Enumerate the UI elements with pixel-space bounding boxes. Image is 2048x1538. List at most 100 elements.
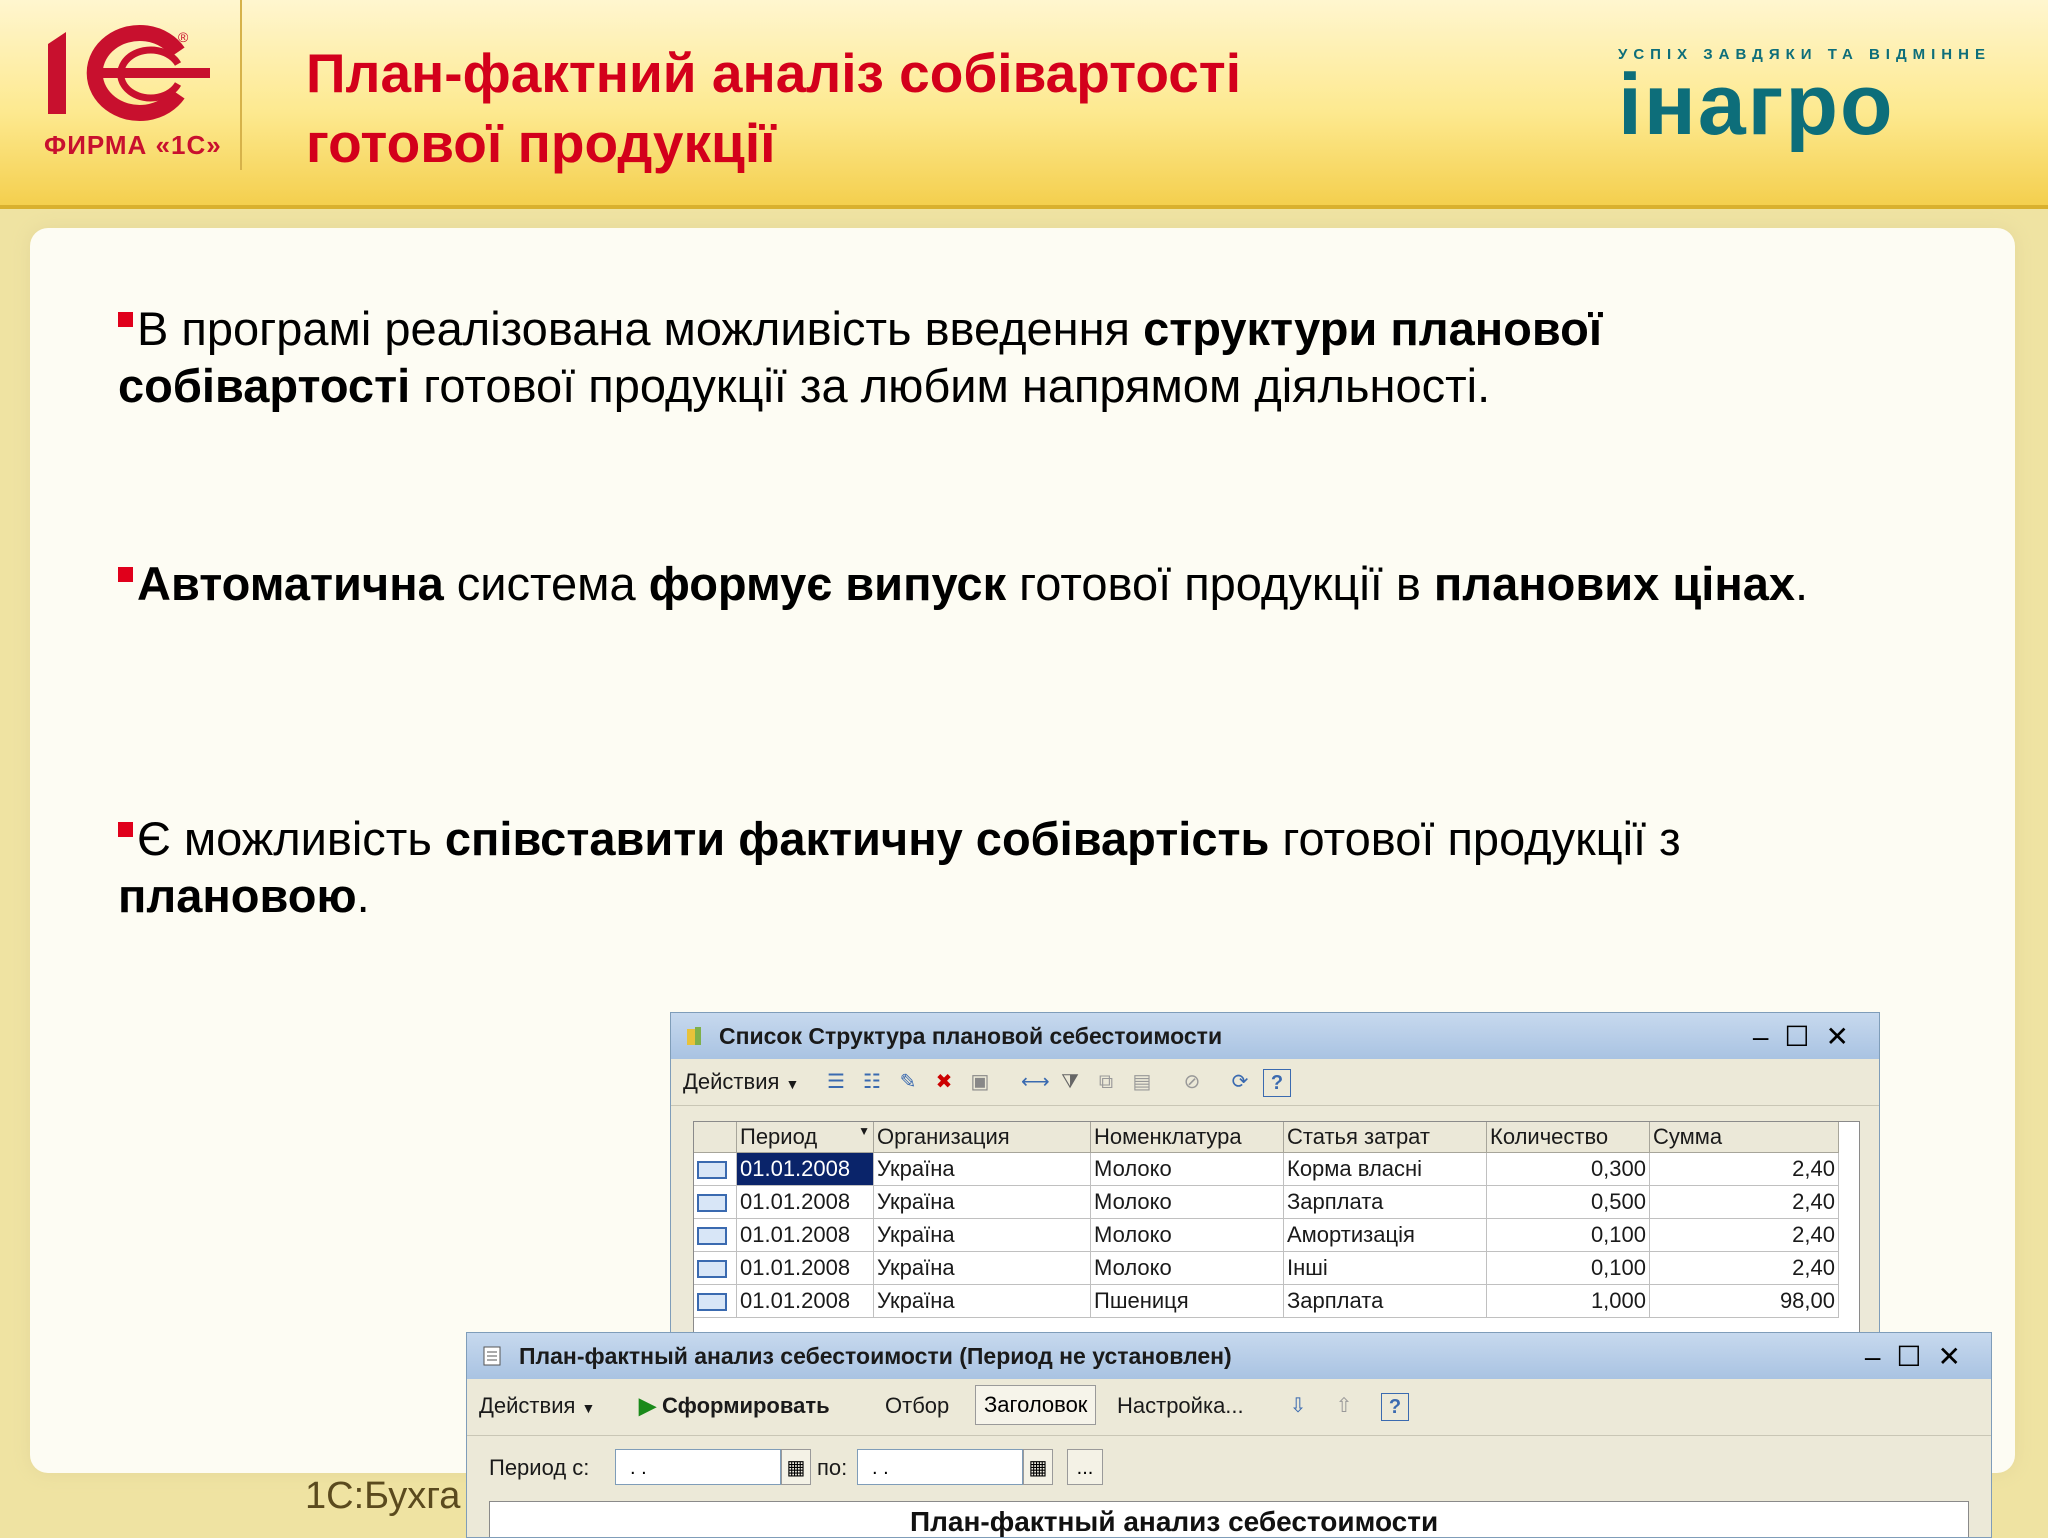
table-cell[interactable]: 1,000 xyxy=(1486,1284,1650,1318)
calendar-icon[interactable]: ▦ xyxy=(1023,1449,1053,1485)
filter-icon[interactable]: ⧩ xyxy=(1057,1069,1083,1095)
window-titlebar[interactable]: План-фактный анализ себестоимости (Перио… xyxy=(467,1333,1991,1379)
table-cell[interactable]: Україна xyxy=(873,1284,1091,1318)
column-header[interactable]: Организация xyxy=(873,1122,1091,1153)
chevron-down-icon: ▼ xyxy=(581,1400,596,1416)
table-cell[interactable]: 2,40 xyxy=(1649,1152,1839,1186)
close-icon[interactable]: ✕ xyxy=(1826,1021,1865,1052)
table-cell[interactable]: Молоко xyxy=(1090,1218,1284,1252)
maximize-icon[interactable]: ☐ xyxy=(1896,1341,1937,1372)
table-row[interactable]: 01.01.2008 Україна Молоко Інші 0,100 2,40 xyxy=(694,1251,1839,1285)
minimize-icon[interactable]: – xyxy=(1865,1341,1897,1372)
table-cell[interactable]: 98,00 xyxy=(1649,1284,1839,1318)
plan-fact-window[interactable]: План-фактный анализ себестоимости (Перио… xyxy=(466,1332,1992,1538)
period-select-button[interactable]: ... xyxy=(1067,1449,1103,1485)
column-header[interactable]: Период ▼ xyxy=(736,1122,874,1153)
table-cell[interactable]: Молоко xyxy=(1090,1185,1284,1219)
clear-filter-icon[interactable]: ⊘ xyxy=(1179,1069,1205,1095)
add-group-icon[interactable]: ☷ xyxy=(859,1069,885,1095)
table-cell[interactable]: Інші xyxy=(1283,1251,1487,1285)
filter-button[interactable]: Отбор xyxy=(885,1393,949,1419)
window-toolbar: Действия ▼ ▶ Сформировать Отбор Заголово… xyxy=(467,1379,1991,1436)
table-cell[interactable]: Зарплата xyxy=(1283,1284,1487,1318)
table-cell[interactable]: 0,100 xyxy=(1486,1218,1650,1252)
header-toggle-button[interactable]: Заголовок xyxy=(975,1385,1097,1425)
structure-icon[interactable]: ▤ xyxy=(1129,1069,1155,1095)
import-icon[interactable]: ⇧ xyxy=(1331,1393,1357,1419)
export-icon[interactable]: ⇩ xyxy=(1285,1393,1311,1419)
sort-icon: ▼ xyxy=(858,1124,870,1138)
bullet-3-text: Є можливість співставити фактичну собіва… xyxy=(118,812,1681,922)
table-cell[interactable]: 0,100 xyxy=(1486,1251,1650,1285)
settings-button[interactable]: Настройка... xyxy=(1117,1393,1244,1419)
table-cell[interactable]: 2,40 xyxy=(1649,1218,1839,1252)
table-row[interactable]: 01.01.2008 Україна Молоко Зарплата 0,500 2,40 xyxy=(694,1185,1839,1219)
table-cell[interactable]: Україна xyxy=(873,1218,1091,1252)
post-icon[interactable]: ▣ xyxy=(967,1069,993,1095)
table-cell[interactable]: 01.01.2008 xyxy=(736,1251,874,1285)
table-cell[interactable]: Амортизація xyxy=(1283,1218,1487,1252)
actions-menu[interactable]: Действия ▼ xyxy=(479,1393,595,1419)
close-icon[interactable]: ✕ xyxy=(1938,1341,1977,1372)
copy-icon[interactable]: ⧉ xyxy=(1093,1069,1119,1095)
page-title: План-фактний аналіз собівартості готової… xyxy=(306,38,1406,178)
window-titlebar[interactable]: Список Структура плановой себестоимости … xyxy=(671,1013,1879,1059)
actions-menu[interactable]: Действия ▼ xyxy=(683,1069,799,1095)
report-area[interactable]: План-фактный анализ себестоимости xyxy=(489,1501,1969,1537)
logo-1c-subtitle: ФИРМА «1С» xyxy=(44,130,222,160)
edit-icon[interactable]: ✎ xyxy=(895,1069,921,1095)
record-icon xyxy=(697,1194,727,1213)
minimize-icon[interactable]: – xyxy=(1753,1021,1785,1052)
table-cell[interactable]: Молоко xyxy=(1090,1152,1284,1186)
column-header[interactable]: Сумма xyxy=(1649,1122,1839,1153)
table-cell[interactable]: Україна xyxy=(873,1251,1091,1285)
folder-icon xyxy=(687,1027,701,1045)
refresh-icon[interactable]: ⟳ xyxy=(1227,1069,1253,1095)
record-icon xyxy=(697,1161,727,1180)
window-controls: –☐✕ xyxy=(1865,1340,1977,1373)
table-cell[interactable]: Україна xyxy=(873,1185,1091,1219)
table-cell[interactable]: 2,40 xyxy=(1649,1185,1839,1219)
table-cell[interactable]: 01.01.2008 xyxy=(736,1152,874,1186)
table-row[interactable]: 01.01.2008 Україна Молоко Амортизація 0,100 2… xyxy=(694,1218,1839,1252)
bullet-2: Автоматична система формує випуск готово… xyxy=(118,555,1818,612)
table-cell[interactable]: Пшениця xyxy=(1090,1284,1284,1318)
row-icon-cell xyxy=(694,1152,737,1186)
text: готової продукції в xyxy=(1006,557,1434,610)
row-icon-cell xyxy=(694,1251,737,1285)
interval-icon[interactable]: ⟷ xyxy=(1021,1069,1050,1095)
inagro-wordmark: інагро xyxy=(1618,64,1893,153)
bullet-marker xyxy=(118,567,133,582)
logo-inagro: УСПІХ ЗАВДЯКИ ТА ВІДМІННЕ інагро xyxy=(1618,46,2028,156)
bullet-1: В програмі реалізована можливість введен… xyxy=(118,300,1818,414)
table-row[interactable]: 01.01.2008 Україна Молоко Корма власні 0,300… xyxy=(694,1152,1839,1186)
table-cell[interactable]: 01.01.2008 xyxy=(736,1185,874,1219)
table-cell[interactable]: 0,300 xyxy=(1486,1152,1650,1186)
table-cell[interactable]: Молоко xyxy=(1090,1251,1284,1285)
row-icon-cell xyxy=(694,1218,737,1252)
text: готової продукції з xyxy=(1269,812,1681,865)
table-cell[interactable]: 0,500 xyxy=(1486,1185,1650,1219)
generate-button[interactable]: ▶ Сформировать xyxy=(639,1393,830,1419)
table-cell[interactable]: 01.01.2008 xyxy=(736,1284,874,1318)
column-header[interactable]: Количество xyxy=(1486,1122,1650,1153)
calendar-icon[interactable]: ▦ xyxy=(781,1449,811,1485)
bullet-3: Є можливість співставити фактичну собіва… xyxy=(118,810,1818,924)
help-icon[interactable]: ? xyxy=(1263,1069,1291,1097)
table-cell[interactable]: 01.01.2008 xyxy=(736,1218,874,1252)
add-icon[interactable]: ☰ xyxy=(823,1069,849,1095)
period-from-field[interactable]: . . xyxy=(615,1449,781,1485)
column-header[interactable]: Статья затрат xyxy=(1283,1122,1487,1153)
table-row[interactable]: 01.01.2008 Україна Пшениця Зарплата 1,000 98,… xyxy=(694,1284,1839,1318)
table-cell[interactable]: Зарплата xyxy=(1283,1185,1487,1219)
text: . xyxy=(356,869,370,922)
table-cell[interactable]: 2,40 xyxy=(1649,1251,1839,1285)
table-cell[interactable]: Україна xyxy=(873,1152,1091,1186)
help-icon[interactable]: ? xyxy=(1381,1393,1409,1421)
table-cell[interactable]: Корма власні xyxy=(1283,1152,1487,1186)
actions-label: Действия xyxy=(683,1069,780,1094)
column-header[interactable]: Номенклатура xyxy=(1090,1122,1284,1153)
delete-icon[interactable]: ✖ xyxy=(931,1069,957,1095)
period-to-field[interactable]: . . xyxy=(857,1449,1023,1485)
maximize-icon[interactable]: ☐ xyxy=(1784,1021,1825,1052)
